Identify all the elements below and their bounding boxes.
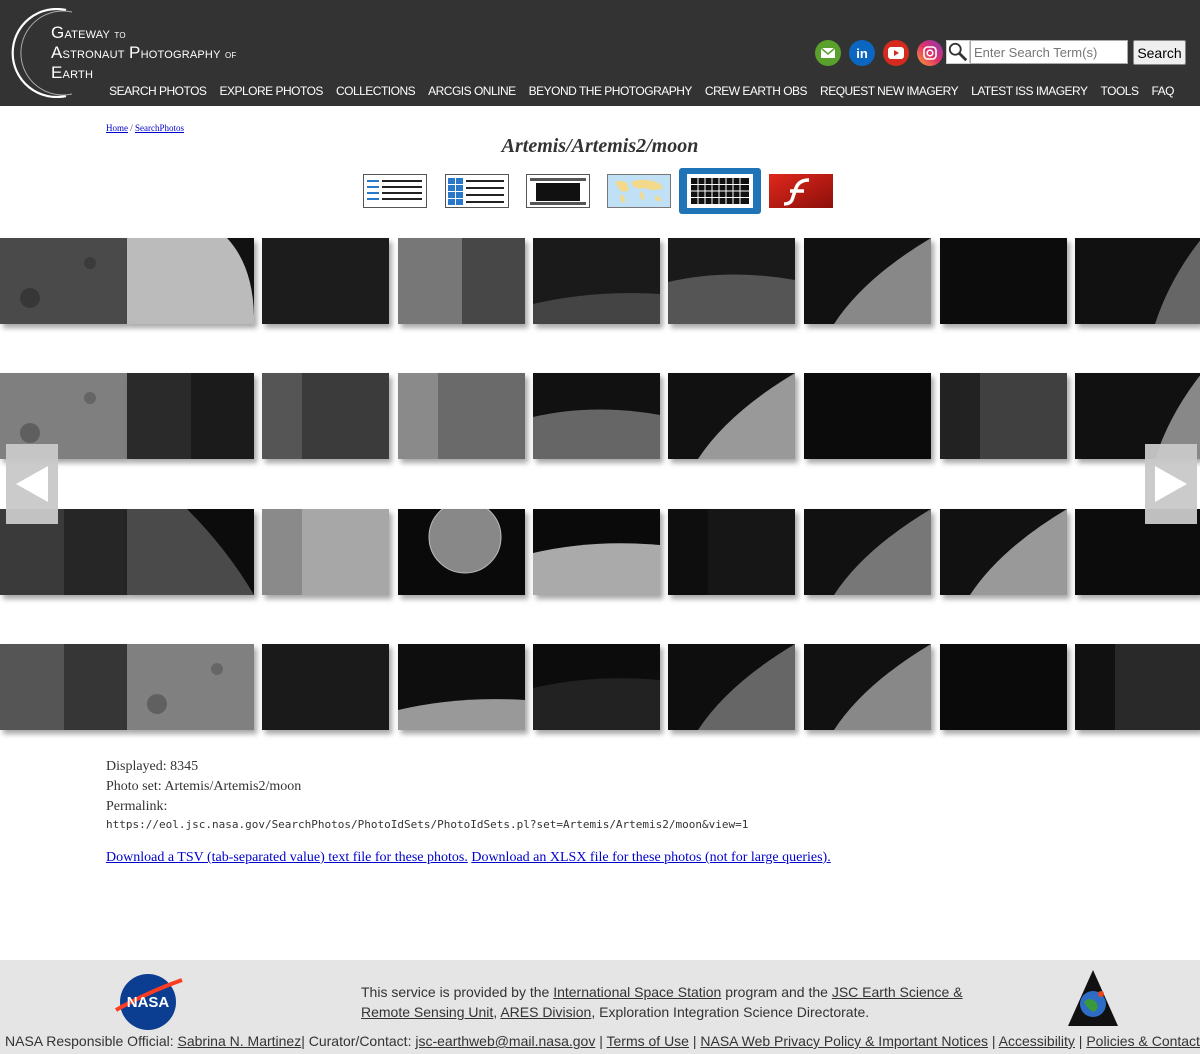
download-xlsx-link[interactable]: Download an XLSX file for these photos (…	[471, 850, 830, 865]
nav-tools[interactable]: TOOLS	[1101, 84, 1139, 98]
permalink-label: Permalink:	[106, 799, 168, 814]
instagram-icon[interactable]	[917, 40, 943, 66]
ares-division-link[interactable]: ARES Division	[500, 1004, 591, 1020]
previous-page-arrow-icon[interactable]	[6, 444, 58, 524]
accessibility-link[interactable]: Accessibility	[999, 1033, 1075, 1049]
breadcrumb-searchphotos-link[interactable]: SearchPhotos	[135, 123, 184, 133]
moon-thumbnail[interactable]	[940, 373, 1067, 459]
ares-logo[interactable]	[1066, 968, 1120, 1030]
view-switcher	[0, 168, 1200, 214]
photo-set-name: Photo set: Artemis/Artemis2/moon	[106, 779, 302, 794]
site-header: Gateway to Astronaut Photography of Eart…	[0, 0, 1200, 106]
nav-crew-earth-obs[interactable]: CREW EARTH OBS	[705, 84, 808, 98]
moon-thumbnail[interactable]	[668, 644, 795, 730]
responsible-official-link[interactable]: Sabrina N. Martinez	[178, 1033, 302, 1049]
download-tsv-link[interactable]: Download a TSV (tab-separated value) tex…	[106, 850, 468, 865]
moon-thumbnail[interactable]	[262, 373, 389, 459]
nav-faq[interactable]: FAQ	[1151, 84, 1174, 98]
thumbnail-grid	[0, 238, 1200, 732]
moon-thumbnail[interactable]	[127, 373, 254, 459]
terms-of-use-link[interactable]: Terms of Use	[607, 1033, 689, 1049]
moon-thumbnail[interactable]	[398, 238, 525, 324]
thumbnail-grid-view-icon[interactable]	[679, 168, 761, 214]
breadcrumb-home-link[interactable]: Home	[106, 123, 128, 133]
moon-thumbnail[interactable]	[668, 373, 795, 459]
moon-thumbnail[interactable]	[533, 509, 660, 595]
search-icon[interactable]	[946, 40, 970, 64]
search-button[interactable]: Search	[1133, 40, 1186, 65]
moon-thumbnail[interactable]	[0, 238, 127, 324]
search-input[interactable]	[970, 40, 1128, 64]
linkedin-icon[interactable]: in	[849, 40, 875, 66]
breadcrumb-separator: /	[128, 123, 136, 133]
moon-thumbnail[interactable]	[668, 238, 795, 324]
permalink-url[interactable]: https://eol.jsc.nasa.gov/SearchPhotos/Ph…	[106, 818, 748, 831]
youtube-icon[interactable]	[883, 40, 909, 66]
moon-thumbnail[interactable]	[127, 238, 254, 324]
moon-thumbnail[interactable]	[804, 373, 931, 459]
photo-set-info: Displayed: 8345 Photo set: Artemis/Artem…	[106, 757, 301, 817]
footer-provided-text: This service is provided by the Internat…	[361, 984, 963, 1020]
next-page-arrow-icon[interactable]	[1145, 444, 1197, 524]
nav-request-new-imagery[interactable]: REQUEST NEW IMAGERY	[820, 84, 959, 98]
nav-arcgis-online[interactable]: ARCGIS ONLINE	[428, 84, 516, 98]
nav-beyond-the-photography[interactable]: BEYOND THE PHOTOGRAPHY	[529, 84, 693, 98]
slideshow-view-icon[interactable]	[526, 174, 590, 208]
moon-thumbnail[interactable]	[1075, 644, 1200, 730]
moon-thumbnail[interactable]	[262, 509, 389, 595]
nav-latest-iss-imagery[interactable]: LATEST ISS IMAGERY	[971, 84, 1088, 98]
curator-email-link[interactable]: jsc-earthweb@mail.nasa.gov	[415, 1033, 595, 1049]
breadcrumb: Home / SearchPhotos	[106, 123, 184, 133]
page-title: Artemis/Artemis2/moon	[501, 135, 699, 157]
footer-contacts: NASA Responsible Official: Sabrina N. Ma…	[5, 1033, 1200, 1049]
moon-thumbnail[interactable]	[262, 238, 389, 324]
moon-thumbnail[interactable]	[940, 509, 1067, 595]
moon-thumbnail[interactable]	[127, 509, 254, 595]
displayed-count: Displayed: 8345	[106, 759, 199, 774]
moon-thumbnail[interactable]	[804, 509, 931, 595]
moon-thumbnail[interactable]	[804, 644, 931, 730]
nav-collections[interactable]: COLLECTIONS	[336, 84, 416, 98]
moon-thumbnail[interactable]	[127, 644, 254, 730]
map-view-icon[interactable]	[607, 174, 671, 208]
list-view-icon[interactable]	[363, 174, 427, 208]
moon-thumbnail[interactable]	[668, 509, 795, 595]
policies-contacts-link[interactable]: Policies & Contacts	[1086, 1033, 1200, 1049]
moon-thumbnail[interactable]	[398, 373, 525, 459]
main-nav: SEARCH PHOTOS EXPLORE PHOTOS COLLECTIONS…	[109, 84, 1174, 98]
moon-thumbnail[interactable]	[533, 373, 660, 459]
email-icon[interactable]	[815, 40, 841, 66]
moon-thumbnail[interactable]	[940, 238, 1067, 324]
site-logo[interactable]: Gateway to Astronaut Photography of Eart…	[51, 24, 237, 82]
iss-link[interactable]: International Space Station	[553, 984, 721, 1000]
nav-search-photos[interactable]: SEARCH PHOTOS	[109, 84, 207, 98]
moon-thumbnail[interactable]	[398, 509, 525, 595]
nasa-logo[interactable]: NASA	[112, 972, 184, 1032]
moon-thumbnail[interactable]	[1075, 238, 1200, 324]
site-footer: NASA This service is provided by the Int…	[0, 960, 1200, 1054]
moon-thumbnail[interactable]	[398, 644, 525, 730]
svg-text:NASA: NASA	[127, 994, 170, 1011]
moon-thumbnail[interactable]	[262, 644, 389, 730]
nav-explore-photos[interactable]: EXPLORE PHOTOS	[219, 84, 323, 98]
moon-thumbnail[interactable]	[940, 644, 1067, 730]
privacy-policy-link[interactable]: NASA Web Privacy Policy & Important Noti…	[700, 1033, 988, 1049]
moon-thumbnail[interactable]	[0, 644, 127, 730]
moon-thumbnail[interactable]	[533, 238, 660, 324]
moon-thumbnail[interactable]	[533, 644, 660, 730]
download-links: Download a TSV (tab-separated value) tex…	[106, 850, 831, 866]
flash-view-icon[interactable]	[769, 174, 833, 208]
moon-thumbnail[interactable]	[804, 238, 931, 324]
detail-list-view-icon[interactable]	[445, 174, 509, 208]
